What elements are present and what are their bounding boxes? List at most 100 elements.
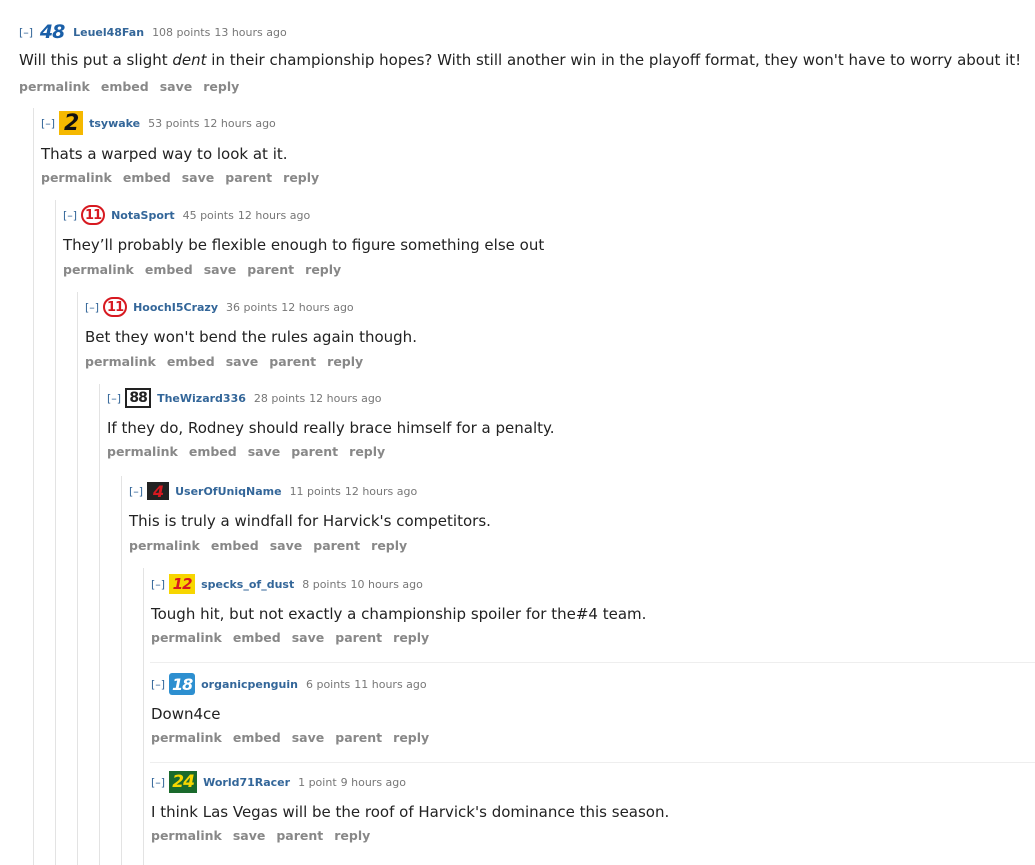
- flair-11-icon: 11: [103, 297, 128, 317]
- comment-tagline: [–] 11 HoochI5Crazy 36 points 12 hours a…: [85, 297, 354, 317]
- comment-body: Bet they won't bend the rules again thou…: [85, 328, 417, 346]
- embed-button[interactable]: embed: [101, 79, 149, 94]
- comment-time: 12 hours ago: [203, 116, 276, 130]
- thread-rail[interactable]: [143, 568, 144, 865]
- embed-button[interactable]: embed: [123, 170, 171, 185]
- thread-rail[interactable]: [99, 384, 100, 865]
- embed-button[interactable]: embed: [233, 630, 281, 645]
- comment-time: 10 hours ago: [350, 577, 423, 591]
- reply-button[interactable]: reply: [349, 444, 385, 459]
- embed-button[interactable]: embed: [211, 538, 259, 553]
- comment-tagline: [–] 2 tsywake 53 points 12 hours ago: [41, 111, 276, 136]
- parent-button[interactable]: parent: [291, 444, 338, 459]
- save-button[interactable]: save: [160, 79, 193, 94]
- thread-rail[interactable]: [55, 200, 56, 865]
- comment-author[interactable]: UserOfUniqName: [175, 485, 281, 498]
- permalink-button[interactable]: permalink: [19, 79, 90, 94]
- parent-button[interactable]: parent: [247, 262, 294, 277]
- permalink-button[interactable]: permalink: [151, 630, 222, 645]
- collapse-toggle[interactable]: [–]: [19, 26, 33, 39]
- thread-rail[interactable]: [77, 292, 78, 865]
- save-button[interactable]: save: [270, 538, 303, 553]
- reply-button[interactable]: reply: [371, 538, 407, 553]
- save-button[interactable]: save: [226, 354, 259, 369]
- parent-button[interactable]: parent: [269, 354, 316, 369]
- flair-12-icon: 12: [169, 574, 196, 594]
- flair-48-icon: 48: [39, 21, 65, 43]
- comment-points: 11 points: [289, 484, 341, 498]
- flair-11-icon: 11: [81, 205, 106, 225]
- comment-author[interactable]: HoochI5Crazy: [133, 301, 218, 314]
- embed-button[interactable]: embed: [167, 354, 215, 369]
- comment-tagline: [–] 4 UserOfUniqName 11 points 12 hours …: [129, 481, 417, 501]
- save-button[interactable]: save: [248, 444, 281, 459]
- parent-button[interactable]: parent: [225, 170, 272, 185]
- reply-button[interactable]: reply: [327, 354, 363, 369]
- collapse-toggle[interactable]: [–]: [85, 301, 99, 314]
- embed-button[interactable]: embed: [145, 262, 193, 277]
- permalink-button[interactable]: permalink: [151, 828, 222, 843]
- permalink-button[interactable]: permalink: [107, 444, 178, 459]
- reply-button[interactable]: reply: [305, 262, 341, 277]
- comment-points: 6 points: [305, 677, 351, 691]
- reply-button[interactable]: reply: [393, 730, 429, 745]
- reply-button[interactable]: reply: [203, 79, 239, 94]
- save-button[interactable]: save: [292, 630, 325, 645]
- flair-24-icon: 24: [169, 771, 198, 793]
- save-button[interactable]: save: [292, 730, 325, 745]
- save-button[interactable]: save: [204, 262, 237, 277]
- embed-button[interactable]: embed: [233, 730, 281, 745]
- save-button[interactable]: save: [233, 828, 266, 843]
- permalink-button[interactable]: permalink: [129, 538, 200, 553]
- comment-time: 12 hours ago: [237, 208, 311, 222]
- reply-button[interactable]: reply: [283, 170, 319, 185]
- comment-points: 1 point: [298, 775, 337, 789]
- comment-buttons: permalink embed save parent reply: [151, 730, 440, 745]
- reply-button[interactable]: reply: [393, 630, 429, 645]
- permalink-button[interactable]: permalink: [85, 354, 156, 369]
- embed-button[interactable]: embed: [189, 444, 237, 459]
- save-button[interactable]: save: [182, 170, 215, 185]
- comment-author[interactable]: TheWizard336: [157, 392, 246, 405]
- comment-buttons: permalink embed save parent reply: [63, 262, 352, 277]
- comment-body: This is truly a windfall for Harvick's c…: [129, 512, 491, 530]
- parent-button[interactable]: parent: [276, 828, 323, 843]
- comment-tagline: [–] 12 specks_of_dust 8 points 10 hours …: [151, 574, 423, 594]
- comment-body: If they do, Rodney should really brace h…: [107, 419, 555, 437]
- parent-button[interactable]: parent: [335, 630, 382, 645]
- comment-time: 12 hours ago: [281, 300, 354, 314]
- collapse-toggle[interactable]: [–]: [129, 485, 143, 498]
- collapse-toggle[interactable]: [–]: [107, 392, 121, 405]
- comment-author[interactable]: World71Racer: [203, 776, 290, 789]
- comment-body: Down4ce: [151, 705, 221, 723]
- comment-buttons: permalink embed save parent reply: [107, 444, 396, 459]
- permalink-button[interactable]: permalink: [63, 262, 134, 277]
- collapse-toggle[interactable]: [–]: [41, 117, 55, 130]
- comment-body-text: in their championship hopes? With still …: [206, 51, 1022, 69]
- comment-author[interactable]: tsywake: [89, 117, 140, 130]
- comment-author[interactable]: Leuel48Fan: [73, 26, 144, 39]
- permalink-button[interactable]: permalink: [41, 170, 112, 185]
- comment-author[interactable]: organicpenguin: [201, 678, 298, 691]
- comment-points: 28 points: [253, 391, 306, 405]
- collapse-toggle[interactable]: [–]: [151, 678, 165, 691]
- parent-button[interactable]: parent: [335, 730, 382, 745]
- collapse-toggle[interactable]: [–]: [151, 578, 165, 591]
- thread-rail[interactable]: [33, 108, 34, 865]
- comment-tagline: [–] 48 Leuel48Fan 108 points 13 hours ag…: [19, 21, 287, 43]
- comment-points: 8 points: [302, 577, 347, 591]
- permalink-button[interactable]: permalink: [151, 730, 222, 745]
- collapse-toggle[interactable]: [–]: [151, 776, 165, 789]
- comment-tagline: [–] 88 TheWizard336 28 points 12 hours a…: [107, 388, 382, 408]
- thread-rail[interactable]: [121, 476, 122, 865]
- comment-author[interactable]: NotaSport: [111, 209, 174, 222]
- sibling-divider: [150, 762, 1035, 763]
- parent-button[interactable]: parent: [313, 538, 360, 553]
- sibling-divider: [150, 662, 1035, 663]
- reply-button[interactable]: reply: [334, 828, 370, 843]
- flair-2-icon: 2: [59, 111, 84, 136]
- comment-author[interactable]: specks_of_dust: [201, 578, 294, 591]
- comment-body-text: Will this put a slight: [19, 51, 173, 69]
- comment-buttons: permalink embed save parent reply: [151, 630, 440, 645]
- collapse-toggle[interactable]: [–]: [63, 209, 77, 222]
